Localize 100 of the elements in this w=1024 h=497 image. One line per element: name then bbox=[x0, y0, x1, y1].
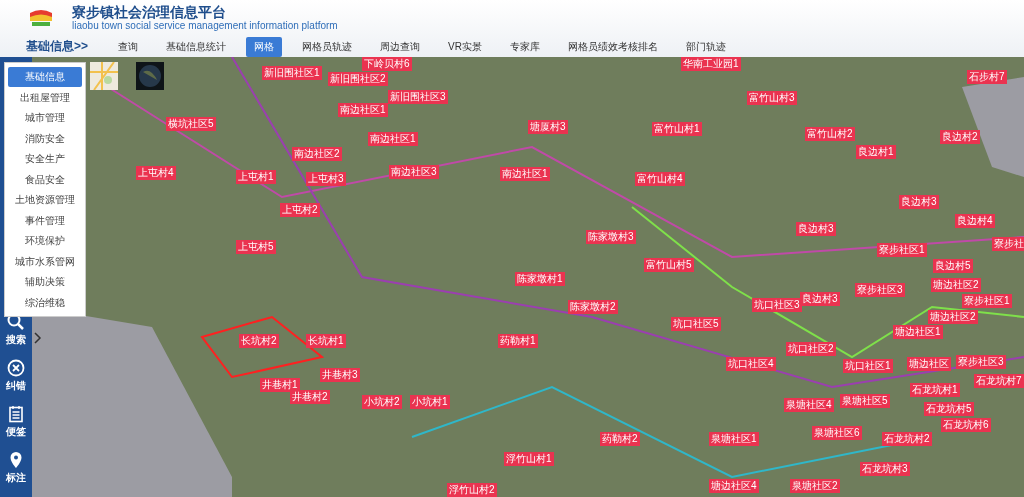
map-place-label[interactable]: 陈家墩村1 bbox=[515, 272, 565, 286]
map-place-label[interactable]: 浮竹山村1 bbox=[504, 452, 554, 466]
nav-tab[interactable]: 专家库 bbox=[501, 36, 548, 57]
map-place-label[interactable]: 泉塘社区4 bbox=[784, 398, 834, 412]
nav-tab[interactable]: 网格员绩效考核排名 bbox=[559, 36, 666, 57]
map-place-label[interactable]: 石龙坑村5 bbox=[924, 402, 974, 416]
map-place-label[interactable]: 南边社区1 bbox=[368, 132, 418, 146]
map-place-label[interactable]: 良边村5 bbox=[933, 259, 973, 273]
map-place-label[interactable]: 石龙坑村3 bbox=[860, 462, 910, 476]
map-place-label[interactable]: 坑口社区1 bbox=[843, 359, 893, 373]
menu-item[interactable]: 城市管理 bbox=[8, 108, 82, 128]
map-place-label[interactable]: 新旧围社区1 bbox=[262, 66, 322, 80]
map-place-label[interactable]: 井巷村2 bbox=[290, 390, 330, 404]
map-place-label[interactable]: 上屯村5 bbox=[236, 240, 276, 254]
map-place-label[interactable]: 坑口社区3 bbox=[752, 298, 802, 312]
map-place-label[interactable]: 小坑村2 bbox=[362, 395, 402, 409]
map-place-label[interactable]: 泉塘社区1 bbox=[709, 432, 759, 446]
map-place-label[interactable]: 寮步社区1 bbox=[962, 294, 1012, 308]
map-place-label[interactable]: 良边村2 bbox=[940, 130, 980, 144]
map-place-label[interactable]: 良边村3 bbox=[796, 222, 836, 236]
map-place-label[interactable]: 泉塘社区2 bbox=[790, 479, 840, 493]
map-place-label[interactable]: 长坑村1 bbox=[306, 334, 346, 348]
menu-item[interactable]: 辅助决策 bbox=[8, 272, 82, 292]
map-place-label[interactable]: 坑口社区4 bbox=[726, 357, 776, 371]
menu-item[interactable]: 基础信息 bbox=[8, 67, 82, 87]
map-place-label[interactable]: 塘边社区4 bbox=[709, 479, 759, 493]
tool-button[interactable]: 搜索 bbox=[0, 309, 32, 355]
nav-tab[interactable]: 周边查询 bbox=[372, 36, 428, 57]
map-place-label[interactable]: 富竹山村4 bbox=[635, 172, 685, 186]
map-place-label[interactable]: 浮竹山村2 bbox=[447, 483, 497, 497]
map-place-label[interactable]: 上屯村2 bbox=[280, 203, 320, 217]
menu-item[interactable]: 消防安全 bbox=[8, 128, 82, 148]
tool-button[interactable]: 标注 bbox=[0, 447, 32, 493]
map-place-label[interactable]: 南边社区1 bbox=[500, 167, 550, 181]
satellite-globe-icon[interactable] bbox=[136, 62, 164, 90]
nav-tab[interactable]: 查询 bbox=[110, 36, 146, 57]
menu-item[interactable]: 环境保护 bbox=[8, 231, 82, 251]
nav-tab[interactable]: 基础信息统计 bbox=[158, 36, 234, 57]
menu-item[interactable]: 综治维稳 bbox=[8, 292, 82, 312]
map-place-label[interactable]: 新旧围社区3 bbox=[388, 90, 448, 104]
map-place-label[interactable]: 坑口社区2 bbox=[786, 342, 836, 356]
map-place-label[interactable]: 寮步社 bbox=[992, 237, 1024, 251]
map-place-label[interactable]: 塘边社区2 bbox=[928, 310, 978, 324]
tool-button[interactable]: 纠错 bbox=[0, 355, 32, 401]
map-place-label[interactable]: 良边村4 bbox=[955, 214, 995, 228]
logo-icon bbox=[28, 7, 54, 29]
map-place-label[interactable]: 坑口社区5 bbox=[671, 317, 721, 331]
map-place-label[interactable]: 寮步社区3 bbox=[956, 355, 1006, 369]
map-place-label[interactable]: 南边社区2 bbox=[292, 147, 342, 161]
chevron-right-icon[interactable] bbox=[34, 332, 42, 344]
menu-item[interactable]: 事件管理 bbox=[8, 210, 82, 230]
map-place-label[interactable]: 井巷村1 bbox=[260, 378, 300, 392]
map-place-label[interactable]: 药勒村2 bbox=[600, 432, 640, 446]
map-place-label[interactable]: 南边社区3 bbox=[389, 165, 439, 179]
map-place-label[interactable]: 华南工业园1 bbox=[681, 57, 741, 71]
menu-item[interactable]: 食品安全 bbox=[8, 169, 82, 189]
menu-item[interactable]: 土地资源管理 bbox=[8, 190, 82, 210]
map-place-label[interactable]: 药勒村1 bbox=[498, 334, 538, 348]
map-place-label[interactable]: 富竹山村3 bbox=[747, 91, 797, 105]
map-place-label[interactable]: 富竹山村5 bbox=[644, 258, 694, 272]
section-label: 基础信息>> bbox=[26, 38, 88, 55]
map-place-label[interactable]: 陈家墩村3 bbox=[586, 230, 636, 244]
map-place-label[interactable]: 塘厦村3 bbox=[528, 120, 568, 134]
map-place-label[interactable]: 石步村7 bbox=[967, 70, 1007, 84]
nav-tab[interactable]: VR实景 bbox=[440, 36, 490, 57]
map-place-label[interactable]: 寮步社区3 bbox=[855, 283, 905, 297]
map-place-label[interactable]: 长坑村2 bbox=[239, 334, 279, 348]
map-place-label[interactable]: 陈家墩村2 bbox=[568, 300, 618, 314]
nav-tab[interactable]: 部门轨迹 bbox=[677, 36, 734, 57]
map-place-label[interactable]: 石龙坑村7 bbox=[974, 374, 1024, 388]
map-place-label[interactable]: 小坑村1 bbox=[410, 395, 450, 409]
map-place-label[interactable]: 横坑社区5 bbox=[166, 117, 216, 131]
map-place-label[interactable]: 良边村3 bbox=[800, 292, 840, 306]
map-place-label[interactable]: 石龙坑村6 bbox=[941, 418, 991, 432]
map-place-label[interactable]: 寮步社区1 bbox=[877, 243, 927, 257]
nav-tab[interactable]: 网格 bbox=[246, 36, 282, 57]
menu-item[interactable]: 城市水系管网 bbox=[8, 251, 82, 271]
nav-tab[interactable]: 网格员轨迹 bbox=[294, 36, 360, 57]
map-place-label[interactable]: 塘边社区2 bbox=[931, 278, 981, 292]
map-place-label[interactable]: 石龙坑村1 bbox=[910, 383, 960, 397]
map-place-label[interactable]: 塘边社区 bbox=[907, 357, 951, 371]
map-place-label[interactable]: 上屯村3 bbox=[306, 172, 346, 186]
menu-item[interactable]: 安全生产 bbox=[8, 149, 82, 169]
tool-button[interactable]: 便签 bbox=[0, 401, 32, 447]
menu-item[interactable]: 出租屋管理 bbox=[8, 87, 82, 107]
map-place-label[interactable]: 泉塘社区5 bbox=[840, 394, 890, 408]
map-place-label[interactable]: 良边村3 bbox=[899, 195, 939, 209]
map-place-label[interactable]: 塘边社区1 bbox=[893, 325, 943, 339]
map-place-label[interactable]: 南边社区1 bbox=[338, 103, 388, 117]
map-place-label[interactable]: 上屯村1 bbox=[236, 170, 276, 184]
map-place-label[interactable]: 富竹山村2 bbox=[805, 127, 855, 141]
map-place-label[interactable]: 泉塘社区6 bbox=[812, 426, 862, 440]
map-place-label[interactable]: 新旧围社区2 bbox=[328, 72, 388, 86]
road-map-thumbnail-icon[interactable] bbox=[90, 62, 118, 90]
map-place-label[interactable]: 石龙坑村2 bbox=[882, 432, 932, 446]
map-place-label[interactable]: 井巷村3 bbox=[320, 368, 360, 382]
map-place-label[interactable]: 下岭贝村6 bbox=[362, 57, 412, 71]
map-place-label[interactable]: 上屯村4 bbox=[136, 166, 176, 180]
map-place-label[interactable]: 富竹山村1 bbox=[652, 122, 702, 136]
map-place-label[interactable]: 良边村1 bbox=[856, 145, 896, 159]
